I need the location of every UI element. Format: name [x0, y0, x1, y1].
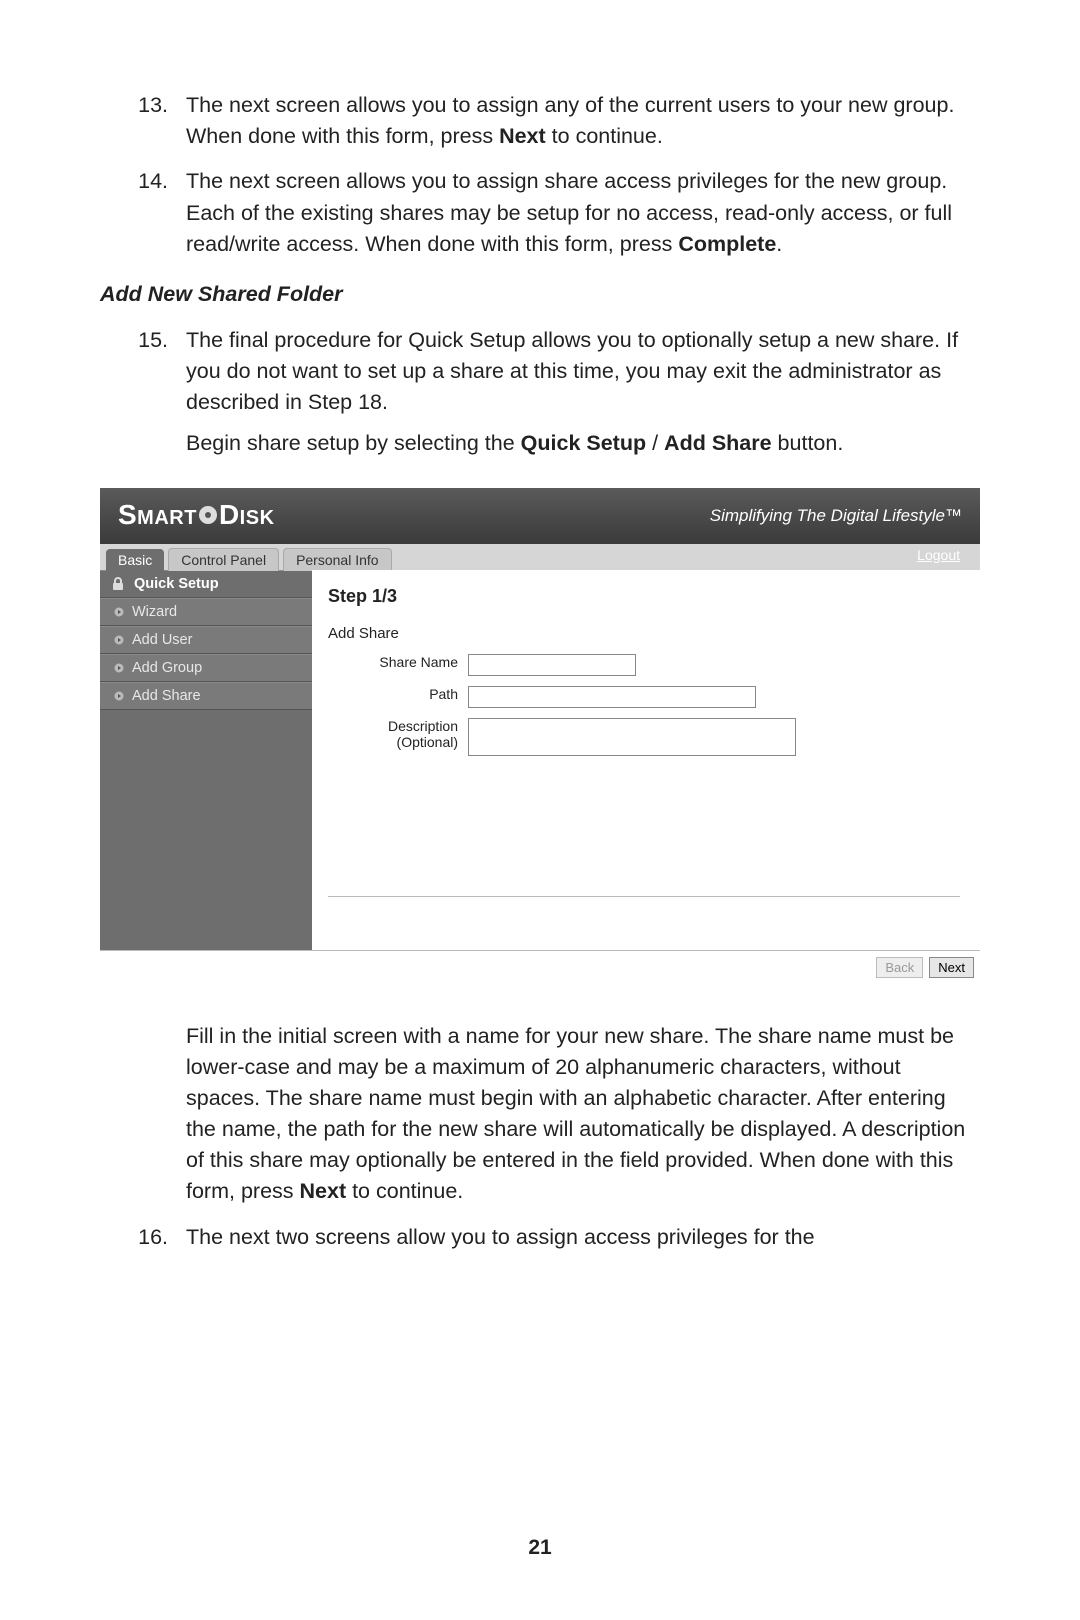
item-text-14: The next screen allows you to assign sha… [186, 166, 980, 260]
paragraph: The final procedure for Quick Setup allo… [186, 325, 980, 419]
disk-glyph-icon [197, 504, 219, 526]
text: Fill in the initial screen with a name f… [186, 1024, 965, 1204]
app-header: Smart Disk Simplifying The Digital Lifes… [100, 488, 980, 544]
text: to continue. [346, 1179, 463, 1203]
chevron-right-icon [114, 691, 124, 701]
logo-text-disk: Disk [219, 499, 275, 530]
screenshot-panel: Smart Disk Simplifying The Digital Lifes… [100, 488, 980, 993]
bold-quick-setup: Quick Setup [521, 431, 646, 455]
paragraph: Begin share setup by selecting the Quick… [186, 428, 980, 459]
logout-link[interactable]: Logout [917, 547, 960, 563]
sidebar-item-label: Add User [132, 632, 192, 648]
bold-complete: Complete [678, 232, 776, 256]
item-number-14: 14. [100, 166, 186, 260]
sidebar-item-label: Add Share [132, 688, 201, 704]
bold-next: Next [300, 1179, 347, 1203]
page-number: 21 [0, 1536, 1080, 1560]
sidebar-item-add-user[interactable]: Add User [100, 626, 312, 654]
chevron-right-icon [114, 635, 124, 645]
label-description: Description (Optional) [328, 718, 468, 750]
item-text-15: The final procedure for Quick Setup allo… [186, 325, 980, 470]
chevron-right-icon [114, 607, 124, 617]
label-share-name: Share Name [328, 654, 468, 670]
text: button. [772, 431, 844, 455]
label-path: Path [328, 686, 468, 702]
sidebar-item-quick-setup[interactable]: Quick Setup [100, 570, 312, 598]
bold-add-share: Add Share [664, 431, 772, 455]
sidebar-item-wizard[interactable]: Wizard [100, 598, 312, 626]
path-input[interactable] [468, 686, 756, 708]
item-text-15-cont: Fill in the initial screen with a name f… [186, 1021, 980, 1208]
text: Begin share setup by selecting the [186, 431, 521, 455]
list-item-15-cont: Fill in the initial screen with a name f… [100, 1021, 980, 1208]
step-title: Step 1/3 [328, 586, 960, 607]
item-number-blank [100, 1021, 186, 1208]
sidebar-item-label: Quick Setup [134, 576, 219, 592]
item-text-13: The next screen allows you to assign any… [186, 90, 980, 152]
sidebar-item-add-share[interactable]: Add Share [100, 682, 312, 710]
disk-icon [197, 501, 219, 533]
list-item-16: 16. The next two screens allow you to as… [100, 1222, 980, 1253]
text: (Optional) [397, 734, 458, 750]
form-row-share-name: Share Name [328, 654, 960, 676]
sidebar-item-add-group[interactable]: Add Group [100, 654, 312, 682]
text: Description [388, 718, 458, 734]
tagline: Simplifying The Digital Lifestyle™ [710, 506, 962, 526]
logo: Smart Disk [118, 499, 275, 533]
description-textarea[interactable] [468, 718, 796, 756]
chevron-right-icon [114, 663, 124, 673]
section-label: Add Share [328, 625, 960, 642]
sidebar: Quick Setup Wizard Add User Add Group Ad… [100, 570, 312, 950]
form-row-path: Path [328, 686, 960, 708]
wizard-footer: Back Next [100, 951, 980, 985]
next-button[interactable]: Next [929, 957, 974, 978]
item-number-16: 16. [100, 1222, 186, 1253]
item-text-16: The next two screens allow you to assign… [186, 1222, 980, 1253]
text: . [776, 232, 782, 256]
app-body: Quick Setup Wizard Add User Add Group Ad… [100, 570, 980, 951]
text: to continue. [546, 124, 663, 148]
tab-basic[interactable]: Basic [106, 549, 164, 571]
share-name-input[interactable] [468, 654, 636, 676]
sidebar-item-label: Wizard [132, 604, 177, 620]
tabs-row: Basic Control Panel Personal Info Logout [100, 544, 980, 570]
back-button: Back [876, 957, 923, 978]
lock-icon [110, 576, 126, 592]
form-row-description: Description (Optional) [328, 718, 960, 756]
list-item-13: 13. The next screen allows you to assign… [100, 90, 980, 152]
tab-control-panel[interactable]: Control Panel [168, 548, 279, 571]
sidebar-item-label: Add Group [132, 660, 202, 676]
main-area: Step 1/3 Add Share Share Name Path Descr… [312, 570, 980, 950]
item-number-13: 13. [100, 90, 186, 152]
item-number-15: 15. [100, 325, 186, 470]
list-item-14: 14. The next screen allows you to assign… [100, 166, 980, 260]
divider [328, 896, 960, 897]
tab-personal-info[interactable]: Personal Info [283, 548, 392, 571]
text: The next screen allows you to assign sha… [186, 169, 952, 255]
subheading-add-new-shared-folder: Add New Shared Folder [100, 282, 980, 307]
bold-next: Next [499, 124, 546, 148]
logo-text-smart: Smart [118, 499, 197, 530]
text: / [646, 431, 664, 455]
list-item-15: 15. The final procedure for Quick Setup … [100, 325, 980, 470]
